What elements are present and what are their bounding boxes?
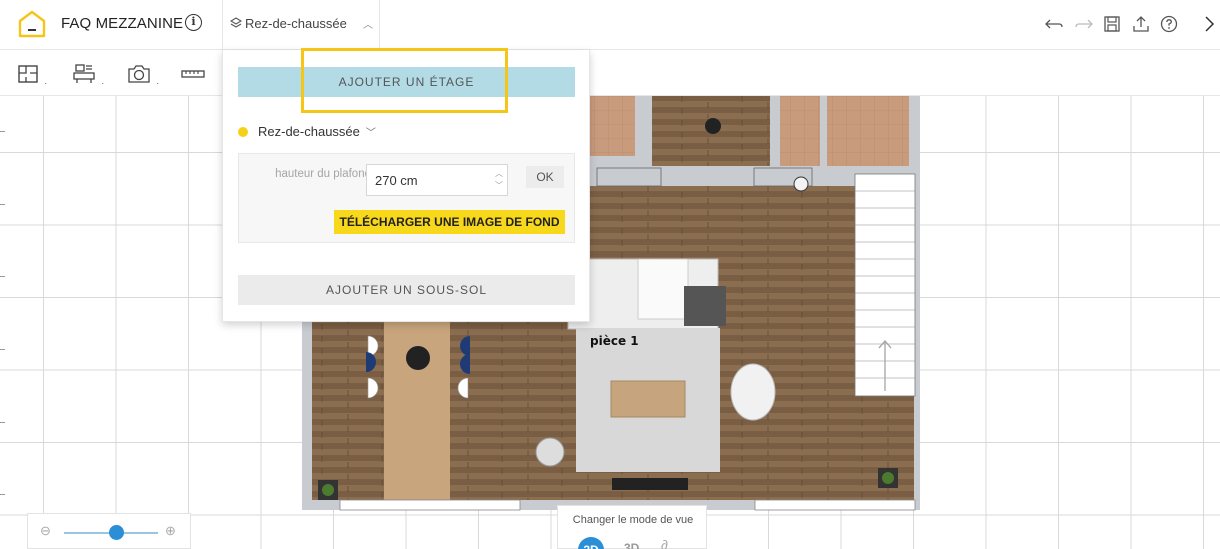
window xyxy=(754,499,916,511)
layers-icon xyxy=(230,17,242,28)
floor-settings: hauteur du plafond 270 cm ︿ ﹀ OK TÉLÉCHAR… xyxy=(238,153,575,243)
ceiling-light xyxy=(793,176,809,192)
ceiling-light xyxy=(705,118,721,134)
dropdown-dot-icon: . xyxy=(156,76,159,86)
furniture-tool-icon xyxy=(73,64,95,83)
dropdown-dot-icon: . xyxy=(44,76,47,86)
wall-niche xyxy=(596,167,662,187)
share-icon[interactable] xyxy=(1131,14,1151,34)
camera-tool-button[interactable]: . xyxy=(127,63,159,86)
floor-item[interactable]: Rez-de-chaussée ﹀ xyxy=(238,124,376,139)
ruler-tool-button[interactable] xyxy=(181,63,205,85)
top-bar: FAQ MEZZANINE i Rez-de-chaussée ︿ xyxy=(0,0,1220,50)
stepper-icon[interactable]: ︿ ﹀ xyxy=(495,168,503,192)
house-logo-icon[interactable] xyxy=(17,9,47,39)
upload-background-button[interactable]: TÉLÉCHARGER UNE IMAGE DE FOND xyxy=(334,210,565,234)
chevron-up-icon: ︿ xyxy=(363,20,373,31)
wall xyxy=(638,96,648,168)
view-mode-switcher: Changer le mode de vue 2D 3D ∂ xyxy=(557,505,707,549)
ruler-tick xyxy=(0,494,5,495)
room-label[interactable]: pièce 1 xyxy=(590,334,639,348)
close-icon[interactable] xyxy=(1200,14,1220,34)
small-room xyxy=(780,96,820,166)
chevron-down-icon[interactable]: ﹀ xyxy=(366,128,376,139)
view-2d-button[interactable]: 2D xyxy=(578,537,604,549)
highlight-box xyxy=(301,48,508,113)
furniture-tool-button[interactable]: . xyxy=(72,63,104,86)
info-icon[interactable]: i xyxy=(185,14,202,31)
plant xyxy=(882,472,894,484)
zoom-slider-handle[interactable] xyxy=(108,525,124,540)
save-icon[interactable] xyxy=(1102,14,1122,34)
view-3d-button[interactable]: 3D xyxy=(624,541,639,549)
wall xyxy=(820,96,827,168)
walk-mode-icon[interactable]: ∂ xyxy=(661,537,668,549)
floor-selector[interactable]: Rez-de-chaussée ︿ xyxy=(222,0,380,50)
tv-cabinet xyxy=(612,478,688,490)
ruler-tick xyxy=(0,422,5,423)
ceiling-height-label: hauteur du plafond xyxy=(275,168,371,180)
floor-item-label: Rez-de-chaussée xyxy=(258,124,360,139)
zoom-control: ⊖ ⊕ xyxy=(27,513,191,549)
coffee-table xyxy=(610,380,686,418)
floor-selector-label: Rez-de-chaussée xyxy=(245,16,347,31)
armchair xyxy=(730,363,776,421)
plan-canvas[interactable]: pièce 1 xyxy=(0,96,1220,549)
table-plant xyxy=(406,346,430,370)
help-icon[interactable] xyxy=(1159,14,1179,34)
room-tool-button[interactable]: . xyxy=(17,63,47,86)
add-basement-button[interactable]: AJOUTER UN SOUS-SOL xyxy=(238,275,575,305)
throw-blanket xyxy=(684,286,726,326)
ruler-tool-icon xyxy=(181,70,205,78)
floor-color-dot xyxy=(238,127,248,137)
room-tool-icon xyxy=(18,65,38,83)
small-room xyxy=(827,96,909,166)
camera-tool-icon xyxy=(128,65,150,83)
floor-panel: AJOUTER UN ÉTAGE Rez-de-chaussée ﹀ hauteu… xyxy=(222,48,590,322)
dropdown-dot-icon: . xyxy=(101,76,104,86)
floor-lamp xyxy=(535,437,565,467)
ceiling-height-input[interactable]: 270 cm ︿ ﹀ xyxy=(366,164,508,196)
ruler-tick xyxy=(0,349,5,350)
plant xyxy=(322,484,334,496)
undo-icon[interactable] xyxy=(1044,14,1064,34)
zoom-in-icon[interactable]: ⊕ xyxy=(165,523,176,539)
ruler-tick xyxy=(0,276,5,277)
view-mode-caption: Changer le mode de vue xyxy=(572,514,694,526)
redo-icon[interactable] xyxy=(1074,14,1094,34)
ceiling-height-value: 270 cm xyxy=(375,173,418,188)
wall xyxy=(772,96,780,168)
zoom-out-icon[interactable]: ⊖ xyxy=(40,523,51,539)
project-title[interactable]: FAQ MEZZANINE xyxy=(61,15,183,32)
window xyxy=(339,499,521,511)
sofa-seat xyxy=(637,258,689,320)
ruler-tick xyxy=(0,131,5,132)
tool-row: . . . xyxy=(0,51,1220,96)
ruler-tick xyxy=(0,204,5,205)
ok-button[interactable]: OK xyxy=(526,166,564,188)
